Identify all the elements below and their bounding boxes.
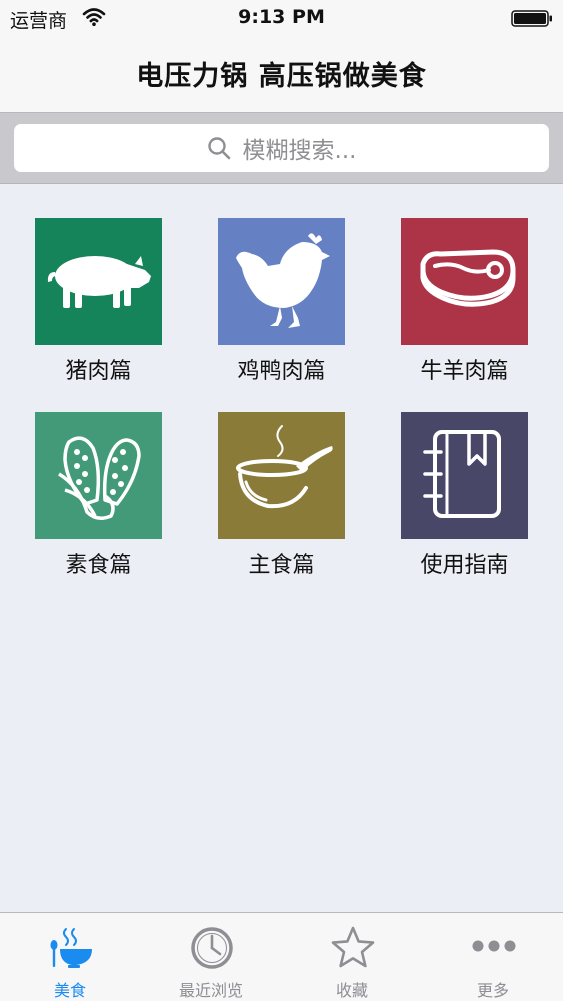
category-label: 主食篇 xyxy=(248,553,315,578)
page-title: 电压力锅 高压锅做美食 xyxy=(136,61,427,92)
battery-icon xyxy=(511,10,552,27)
tab-food[interactable]: 美食 xyxy=(0,913,140,1001)
tab-label: 最近浏览 xyxy=(178,981,243,1000)
notebook-icon xyxy=(401,412,528,539)
category-pork[interactable]: 猪肉篇 xyxy=(7,218,190,385)
category-beef-lamb[interactable]: 牛羊肉篇 xyxy=(373,218,556,385)
search-bar: 模糊搜索... xyxy=(0,113,563,184)
bowl-spoon-icon xyxy=(50,928,92,968)
tab-bar: 美食 最近浏览 收藏 更多 xyxy=(0,912,563,1001)
tab-label: 更多 xyxy=(476,981,509,1000)
navigation-bar: 电压力锅 高压锅做美食 xyxy=(0,36,563,113)
tab-label: 收藏 xyxy=(335,981,368,1000)
category-tile xyxy=(401,412,528,539)
category-label: 猪肉篇 xyxy=(65,359,132,384)
pig-icon xyxy=(35,218,162,345)
more-dots-icon xyxy=(472,940,516,952)
search-placeholder: 模糊搜索... xyxy=(242,138,357,164)
category-tile xyxy=(218,412,345,539)
category-tile xyxy=(35,218,162,345)
steak-icon xyxy=(401,218,528,345)
clock-icon xyxy=(191,927,233,969)
category-label: 牛羊肉篇 xyxy=(420,359,509,384)
category-label: 素食篇 xyxy=(65,553,132,578)
category-usage-guide[interactable]: 使用指南 xyxy=(373,412,556,579)
category-vegetarian[interactable]: 素食篇 xyxy=(7,412,190,579)
tab-recent[interactable]: 最近浏览 xyxy=(141,913,281,1001)
status-bar: 运营商 9:13 PM xyxy=(0,0,563,36)
category-label: 鸡鸭肉篇 xyxy=(237,359,326,384)
category-tile xyxy=(35,412,162,539)
category-tile xyxy=(218,218,345,345)
category-poultry[interactable]: 鸡鸭肉篇 xyxy=(190,218,373,385)
category-label: 使用指南 xyxy=(420,553,509,578)
tab-more[interactable]: 更多 xyxy=(423,913,563,1001)
search-input[interactable]: 模糊搜索... xyxy=(14,124,549,172)
bowl-icon xyxy=(218,412,345,539)
corn-icon xyxy=(35,412,162,539)
category-staple-food[interactable]: 主食篇 xyxy=(190,412,373,579)
tab-label: 美食 xyxy=(53,981,86,1000)
category-tile xyxy=(401,218,528,345)
tab-favorites[interactable]: 收藏 xyxy=(282,913,422,1001)
star-icon xyxy=(331,926,375,968)
status-time: 9:13 PM xyxy=(238,6,325,28)
search-icon xyxy=(207,137,230,160)
chicken-icon xyxy=(218,218,345,345)
